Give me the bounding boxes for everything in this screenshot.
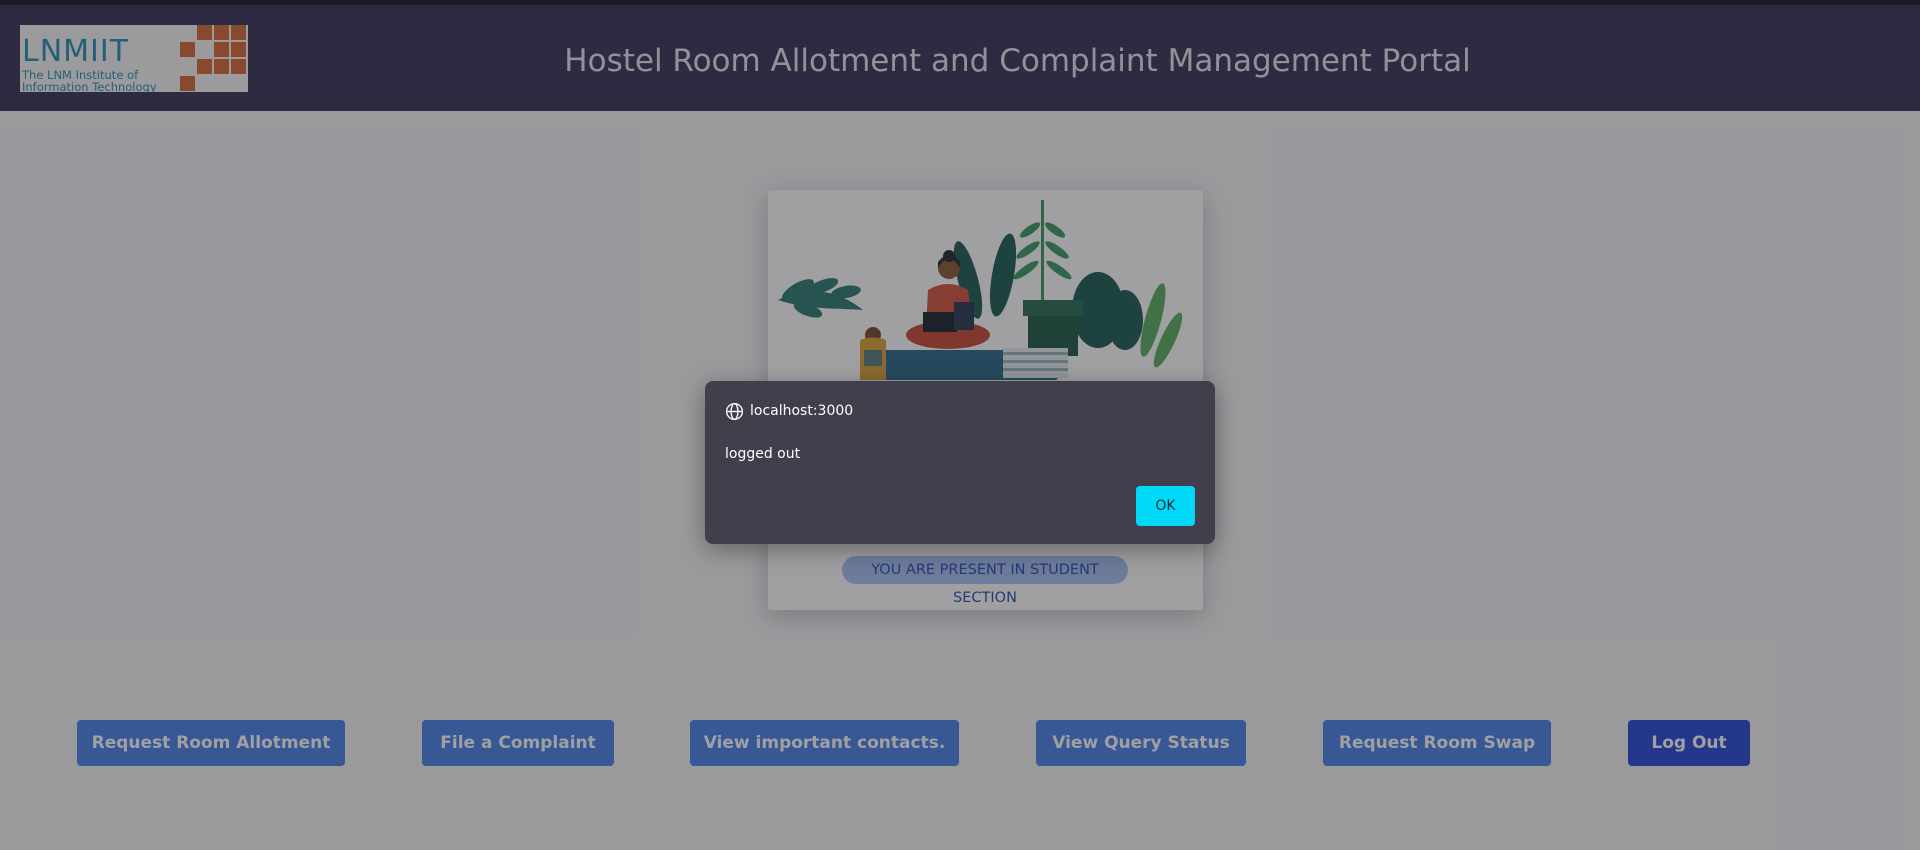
dialog-origin-row: localhost:3000 bbox=[725, 401, 853, 421]
dialog-origin-text: localhost:3000 bbox=[750, 403, 854, 419]
globe-icon bbox=[725, 402, 744, 420]
dialog-message: logged out bbox=[725, 446, 801, 462]
browser-alert-dialog: localhost:3000 logged out OK bbox=[705, 381, 1215, 544]
ok-button[interactable]: OK bbox=[1136, 486, 1195, 526]
